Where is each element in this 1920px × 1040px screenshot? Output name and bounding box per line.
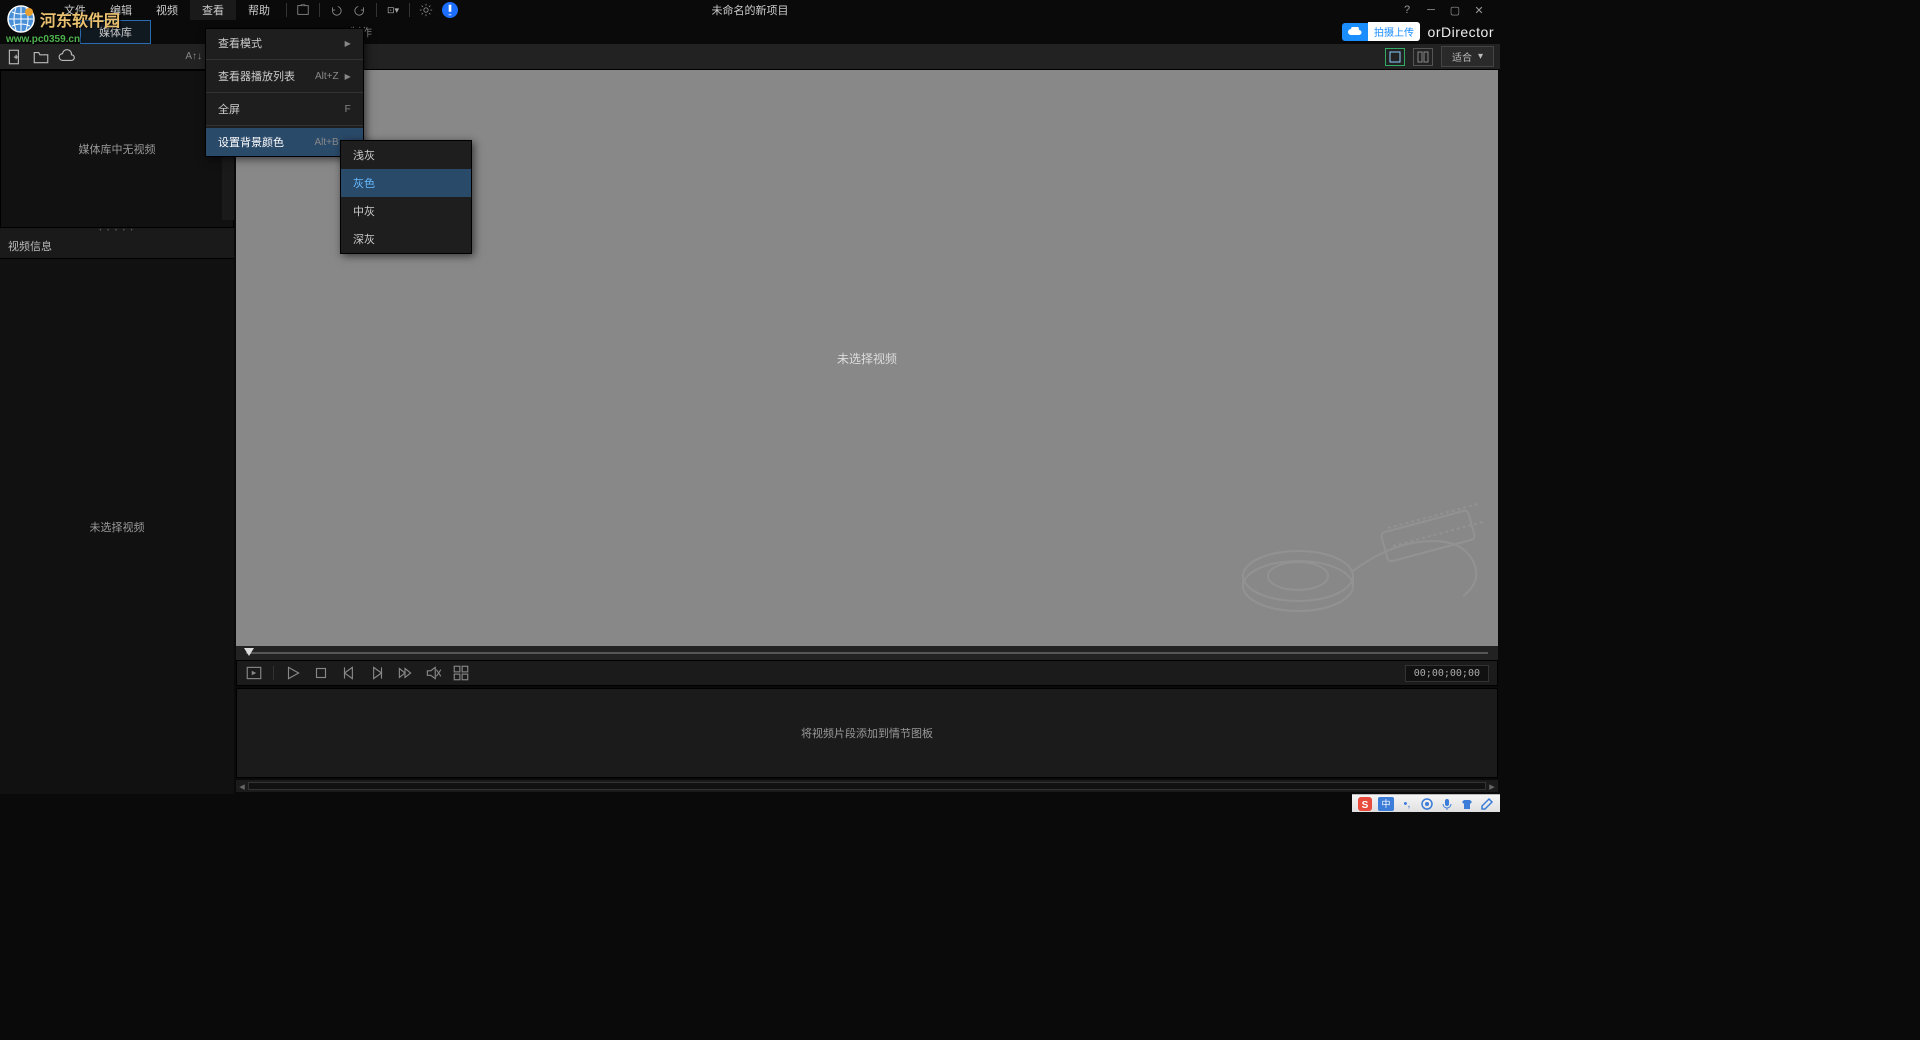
tray-mic-icon[interactable] [1440,797,1454,811]
close-icon[interactable]: ✕ [1472,3,1486,17]
scroll-track[interactable] [248,782,1486,790]
undo-icon[interactable] [328,2,344,18]
divider [273,666,274,680]
tray-keyboard-icon[interactable] [1420,797,1434,811]
video-info-panel: 未选择视频 [0,259,234,794]
menu-shortcut: Alt+Z [295,71,339,82]
playback-controls: 00;00;00;00 [236,660,1498,686]
notification-icon[interactable] [442,2,458,18]
left-sidebar: 媒体库中无视频 • • • • • 视频信息 未选择视频 [0,70,234,794]
maximize-icon[interactable]: ▢ [1448,3,1462,17]
submenu-arrow-icon: ▶ [345,72,351,81]
tab-media-library[interactable]: 媒体库 [80,20,151,44]
upload-button[interactable]: 拍摄上传 [1342,22,1420,41]
info-empty-text: 未选择视频 [90,519,145,535]
play-range-icon[interactable] [245,664,263,682]
menu-label: 查看器播放列表 [218,68,295,84]
menu-viewer-playlist[interactable]: 查看器播放列表 Alt+Z ▶ [206,62,363,90]
storyboard-hint: 将视频片段添加到情节图板 [801,725,933,741]
menu-view-mode[interactable]: 查看模式 ▶ [206,29,363,57]
menu-bar: 文件 编辑 视频 查看 帮助 ⊡▾ 未命名的新项目 ? ─ ▢ ✕ [0,0,1500,20]
menu-separator [206,125,363,126]
view-menu-dropdown: 查看模式 ▶ 查看器播放列表 Alt+Z ▶ 全屏 F 设置背景颜色 Alt+B… [205,28,364,157]
tray-sogou-icon[interactable]: S [1358,797,1372,811]
menu-separator [206,59,363,60]
new-file-icon[interactable] [6,48,24,66]
zoom-label: 适合 [1452,49,1472,64]
help-icon[interactable]: ? [1400,3,1414,17]
scroll-right-icon[interactable]: ▸ [1486,780,1498,792]
minimize-icon[interactable]: ─ [1424,3,1438,17]
bg-option-dark-gray[interactable]: 深灰 [341,225,471,253]
menu-divider [376,3,377,17]
svg-text:S: S [1362,800,1369,811]
bg-option-light-gray[interactable]: 浅灰 [341,141,471,169]
menu-fullscreen[interactable]: 全屏 F [206,95,363,123]
stop-icon[interactable] [312,664,330,682]
import-icon[interactable] [295,2,311,18]
menu-divider [319,3,320,17]
menu-label: 设置背景颜色 [218,134,284,150]
bg-option-gray[interactable]: 灰色 [341,169,471,197]
cloud-upload-icon [1342,23,1368,41]
film-reel-decoration-icon [1228,476,1488,636]
menu-label: 全屏 [218,101,240,117]
menu-shortcut: Alt+B [294,137,338,148]
redo-icon[interactable] [352,2,368,18]
menu-view[interactable]: 查看 [190,0,236,20]
system-tray: S 中 •, [1352,794,1500,812]
menu-label: 查看模式 [218,35,262,51]
prev-frame-icon[interactable] [340,664,358,682]
video-info-header: 视频信息 [0,234,234,259]
single-view-icon[interactable] [1385,48,1405,66]
tray-punct-icon[interactable]: •, [1400,797,1414,811]
sort-toggle[interactable]: A↑↓ [185,51,202,62]
grid-overlay-icon[interactable] [452,664,470,682]
menu-divider [286,3,287,17]
submenu-arrow-icon: ▶ [345,39,351,48]
play-icon[interactable] [284,664,302,682]
folder-icon[interactable] [32,48,50,66]
viewer-empty-text: 未选择视频 [837,350,897,367]
project-title: 未命名的新项目 [712,2,789,18]
tray-ime-icon[interactable]: 中 [1378,797,1394,811]
menu-video[interactable]: 视频 [144,0,190,20]
timeline-scrubber[interactable] [236,646,1498,660]
brand-name: orDirector [1428,24,1494,40]
storyboard-panel[interactable]: 将视频片段添加到情节图板 [236,688,1498,778]
main-area: 媒体库中无视频 • • • • • 视频信息 未选择视频 未选择视频 [0,70,1500,794]
fast-forward-icon[interactable] [396,664,414,682]
upload-label: 拍摄上传 [1368,22,1420,41]
menu-file[interactable]: 文件 [52,0,98,20]
scroll-left-icon[interactable]: ◂ [236,780,248,792]
media-library-panel[interactable]: 媒体库中无视频 [0,70,234,228]
next-frame-icon[interactable] [368,664,386,682]
bg-color-submenu: 浅灰 灰色 中灰 深灰 [340,140,472,254]
horizontal-scrollbar[interactable]: ◂ ▸ [236,780,1498,792]
menu-separator [206,92,363,93]
chevron-down-icon: ▾ [1478,51,1483,62]
menu-shortcut: F [325,104,351,115]
compare-view-icon[interactable] [1413,48,1433,66]
bg-option-mid-gray[interactable]: 中灰 [341,197,471,225]
media-empty-text: 媒体库中无视频 [79,141,156,157]
mute-icon[interactable] [424,664,442,682]
settings-icon[interactable] [418,2,434,18]
timecode-display[interactable]: 00;00;00;00 [1405,665,1489,682]
cloud-icon[interactable] [58,48,76,66]
scrub-track [246,652,1488,654]
tray-skin-icon[interactable] [1460,797,1474,811]
menu-help[interactable]: 帮助 [236,0,282,20]
tray-tools-icon[interactable] [1480,797,1494,811]
aspect-icon[interactable]: ⊡▾ [385,2,401,18]
menu-divider [409,3,410,17]
menu-edit[interactable]: 编辑 [98,0,144,20]
zoom-selector[interactable]: 适合 ▾ [1441,46,1494,67]
playhead-icon[interactable] [244,648,254,656]
